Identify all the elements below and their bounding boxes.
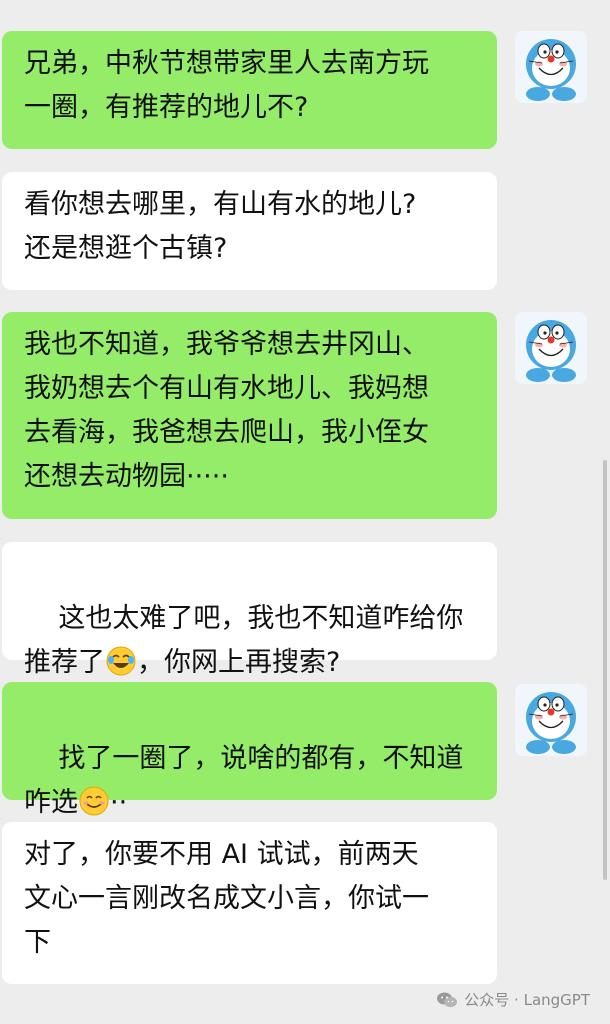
doraemon-avatar[interactable] (515, 312, 587, 384)
laughing-tears-emoji (105, 645, 137, 677)
watermark: 公众号 · LangGPT (436, 989, 590, 1010)
message-bubble-incoming[interactable]: 看你想去哪里，有山有水的地儿? 还是想逛个古镇? (2, 172, 497, 290)
message-bubble-outgoing[interactable]: 我也不知道，我爷爷想去井冈山、 我奶想去个有山有水地儿、我妈想 去看海，我爸想去… (2, 312, 497, 519)
watermark-text: 公众号 · LangGPT (464, 991, 590, 1009)
message-bubble-outgoing[interactable]: 兄弟，中秋节想带家里人去南方玩 一圈，有推荐的地儿不? (2, 31, 497, 149)
message-text: ·· (110, 787, 128, 818)
chat-window: 兄弟，中秋节想带家里人去南方玩 一圈，有推荐的地儿不? 看你想去哪里，有山有水的… (0, 0, 610, 1024)
message-bubble-incoming[interactable]: 对了，你要不用 AI 试试，前两天 文心一言刚改名成文小言，你试一 下 (2, 822, 497, 984)
smile-emoji (78, 785, 110, 817)
doraemon-avatar[interactable] (515, 31, 587, 103)
message-text: ，你网上再搜索? (137, 647, 341, 678)
message-bubble-incoming[interactable]: 这也太难了吧，我也不知道咋给你 推荐了 ，你网上再搜索? (2, 542, 497, 678)
scrollbar[interactable] (603, 460, 607, 880)
message-bubble-outgoing[interactable]: 找了一圈了，说啥的都有，不知道 咋选 ·· (2, 682, 497, 818)
doraemon-avatar[interactable] (515, 684, 587, 756)
wechat-icon (436, 991, 458, 1009)
